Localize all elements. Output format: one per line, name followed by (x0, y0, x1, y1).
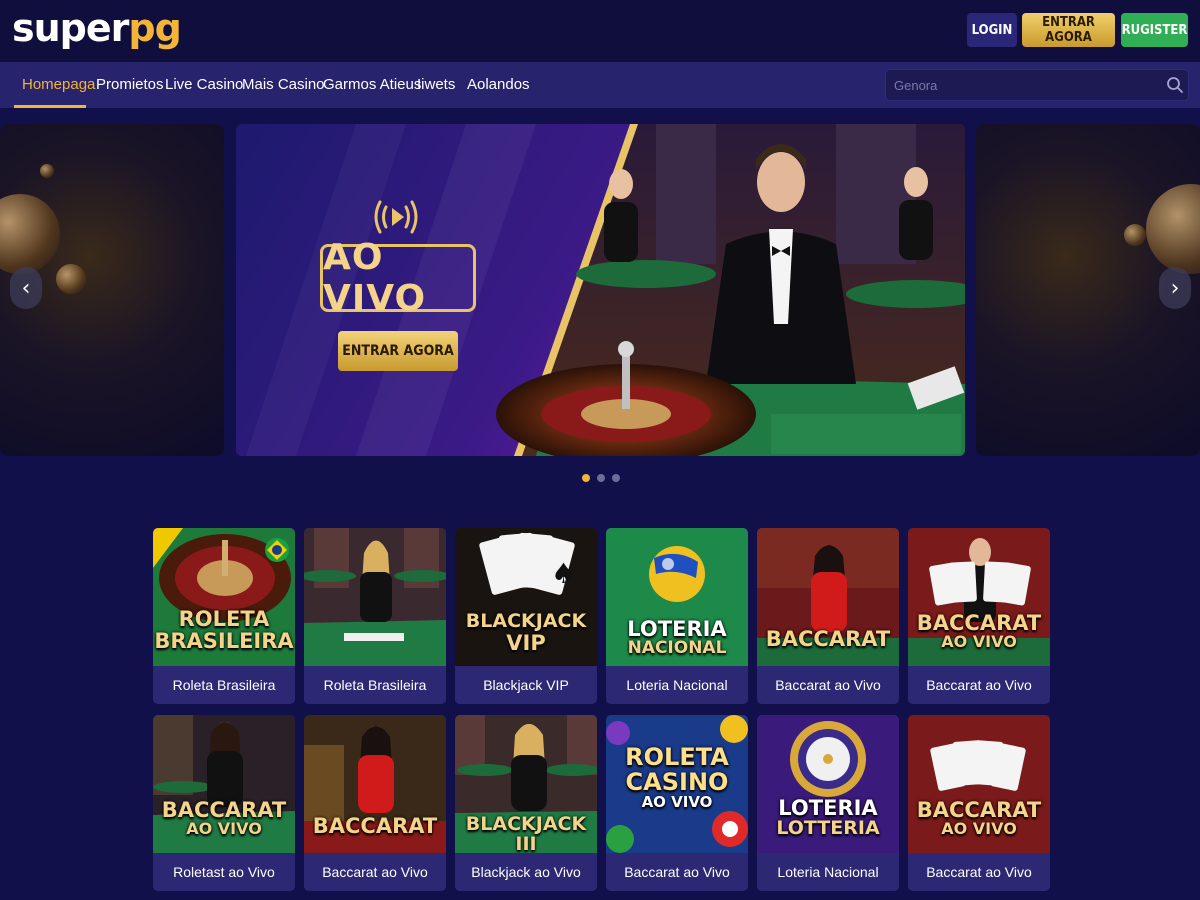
card-label: Roletast ao Vivo (153, 853, 295, 891)
logo-part-1: super (12, 6, 129, 50)
card-label: Baccarat ao Vivo (304, 853, 446, 891)
logo-part-2: pg (128, 6, 181, 50)
game-card[interactable]: BACCARAT AO VIVO Baccarat ao Vivo (908, 715, 1050, 891)
card-label: Roleta Brasileira (153, 666, 295, 704)
decor-orb (40, 164, 54, 178)
card-label: Blackjack ao Vivo (455, 853, 597, 891)
card-label: Roleta Brasileira (304, 666, 446, 704)
search-box (885, 69, 1189, 101)
card-label: Baccarat ao Vivo (908, 666, 1050, 704)
carousel-prev-button[interactable]: ‹ (10, 267, 42, 309)
register-button[interactable]: RUGISTER (1121, 13, 1188, 47)
nav-item-homepage[interactable]: Homepaga (22, 62, 95, 108)
carousel-dot-3[interactable] (612, 474, 620, 482)
card-title: BACCARAT (765, 627, 891, 651)
login-button[interactable]: LOGIN (967, 13, 1017, 47)
card-title: BLACKJACK VIP (465, 610, 587, 655)
card-title: LOTERIA NACIONAL (627, 617, 727, 659)
game-card[interactable]: ROLETA BRASILEIRA Roleta Brasileira (153, 528, 295, 704)
main-nav: Homepaga Promietos Live Casino Mais Casi… (0, 62, 1200, 108)
nav-item-live-casino[interactable]: Live Casino (165, 62, 243, 108)
game-card[interactable]: BACCARAT AO VIVO Roletast ao Vivo (153, 715, 295, 891)
card-title: ROLETA BRASILEIRA (154, 607, 294, 654)
card-label: Loteria Nacional (757, 853, 899, 891)
live-stream-icon (374, 200, 418, 234)
card-title: BLACKJACK III (465, 813, 587, 855)
decor-orb (1124, 224, 1146, 246)
dealer-thumbnail (304, 528, 446, 666)
ao-vivo-label: AO VIVO (320, 237, 476, 319)
game-card[interactable]: BLACKJACK III Blackjack ao Vivo (455, 715, 597, 891)
card-title: ROLETA CASINO AO VIVO (625, 743, 729, 812)
games-grid: ROLETA BRASILEIRA Roleta Brasileira Rolet… (153, 528, 1050, 892)
card-label: Baccarat ao Vivo (908, 853, 1050, 891)
decor-orb (0, 194, 60, 274)
carousel-dots (580, 474, 624, 484)
card-title: BACCARAT (312, 814, 438, 838)
decor-orb (56, 264, 86, 294)
entrar-agora-button[interactable]: ENTRAR AGORA (1022, 13, 1115, 47)
game-card[interactable]: BACCARAT Baccarat ao Vivo (757, 528, 899, 704)
game-card[interactable]: LOTERIA LOTTERIA Loteria Nacional (757, 715, 899, 891)
nav-item-games[interactable]: Garmos Atieus (323, 62, 421, 108)
nav-item-promotions[interactable]: Promietos (96, 62, 164, 108)
nav-item-iiwets[interactable]: Iiwets (417, 62, 455, 108)
hero-entrar-button[interactable]: ENTRAR AGORA (338, 331, 458, 371)
card-title: LOTERIA LOTTERIA (776, 796, 880, 840)
nav-item-mais-casino[interactable]: Mais Casino (242, 62, 325, 108)
top-header: superpg LOGIN ENTRAR AGORA RUGISTER (0, 0, 1200, 62)
card-label: Baccarat ao Vivo (757, 666, 899, 704)
card-label: Baccarat ao Vivo (606, 853, 748, 891)
game-card[interactable]: Roleta Brasileira (304, 528, 446, 704)
carousel-next-button[interactable]: › (1159, 267, 1191, 309)
card-label: Loteria Nacional (606, 666, 748, 704)
svg-text:♠: ♠ (551, 557, 576, 590)
card-title: BACCARAT AO VIVO (161, 798, 287, 839)
nav-item-aolandos[interactable]: Aolandos (467, 62, 530, 108)
search-icon[interactable] (1166, 76, 1184, 94)
superpg-logo[interactable]: superpg (12, 6, 182, 50)
game-card[interactable]: ROLETA CASINO AO VIVO Baccarat ao Vivo (606, 715, 748, 891)
carousel-dot-1[interactable] (582, 474, 590, 482)
game-card[interactable]: BACCARAT AO VIVO Baccarat ao Vivo (908, 528, 1050, 704)
card-label: Blackjack VIP (455, 666, 597, 704)
game-card[interactable]: LOTERIA NACIONAL Loteria Nacional (606, 528, 748, 704)
carousel-dot-2[interactable] (597, 474, 605, 482)
card-title: BACCARAT AO VIVO (916, 611, 1042, 652)
hero-carousel: ‹ › AO VIVO ENTRAR AGORA (0, 108, 1200, 490)
search-input[interactable] (886, 70, 1156, 100)
game-card[interactable]: BACCARAT Baccarat ao Vivo (304, 715, 446, 891)
decor-orb (1146, 184, 1200, 274)
card-title: BACCARAT AO VIVO (916, 798, 1042, 839)
game-card[interactable]: ♠ BLACKJACK VIP Blackjack VIP (455, 528, 597, 704)
hero-slide-live[interactable]: AO VIVO ENTRAR AGORA (236, 124, 965, 456)
